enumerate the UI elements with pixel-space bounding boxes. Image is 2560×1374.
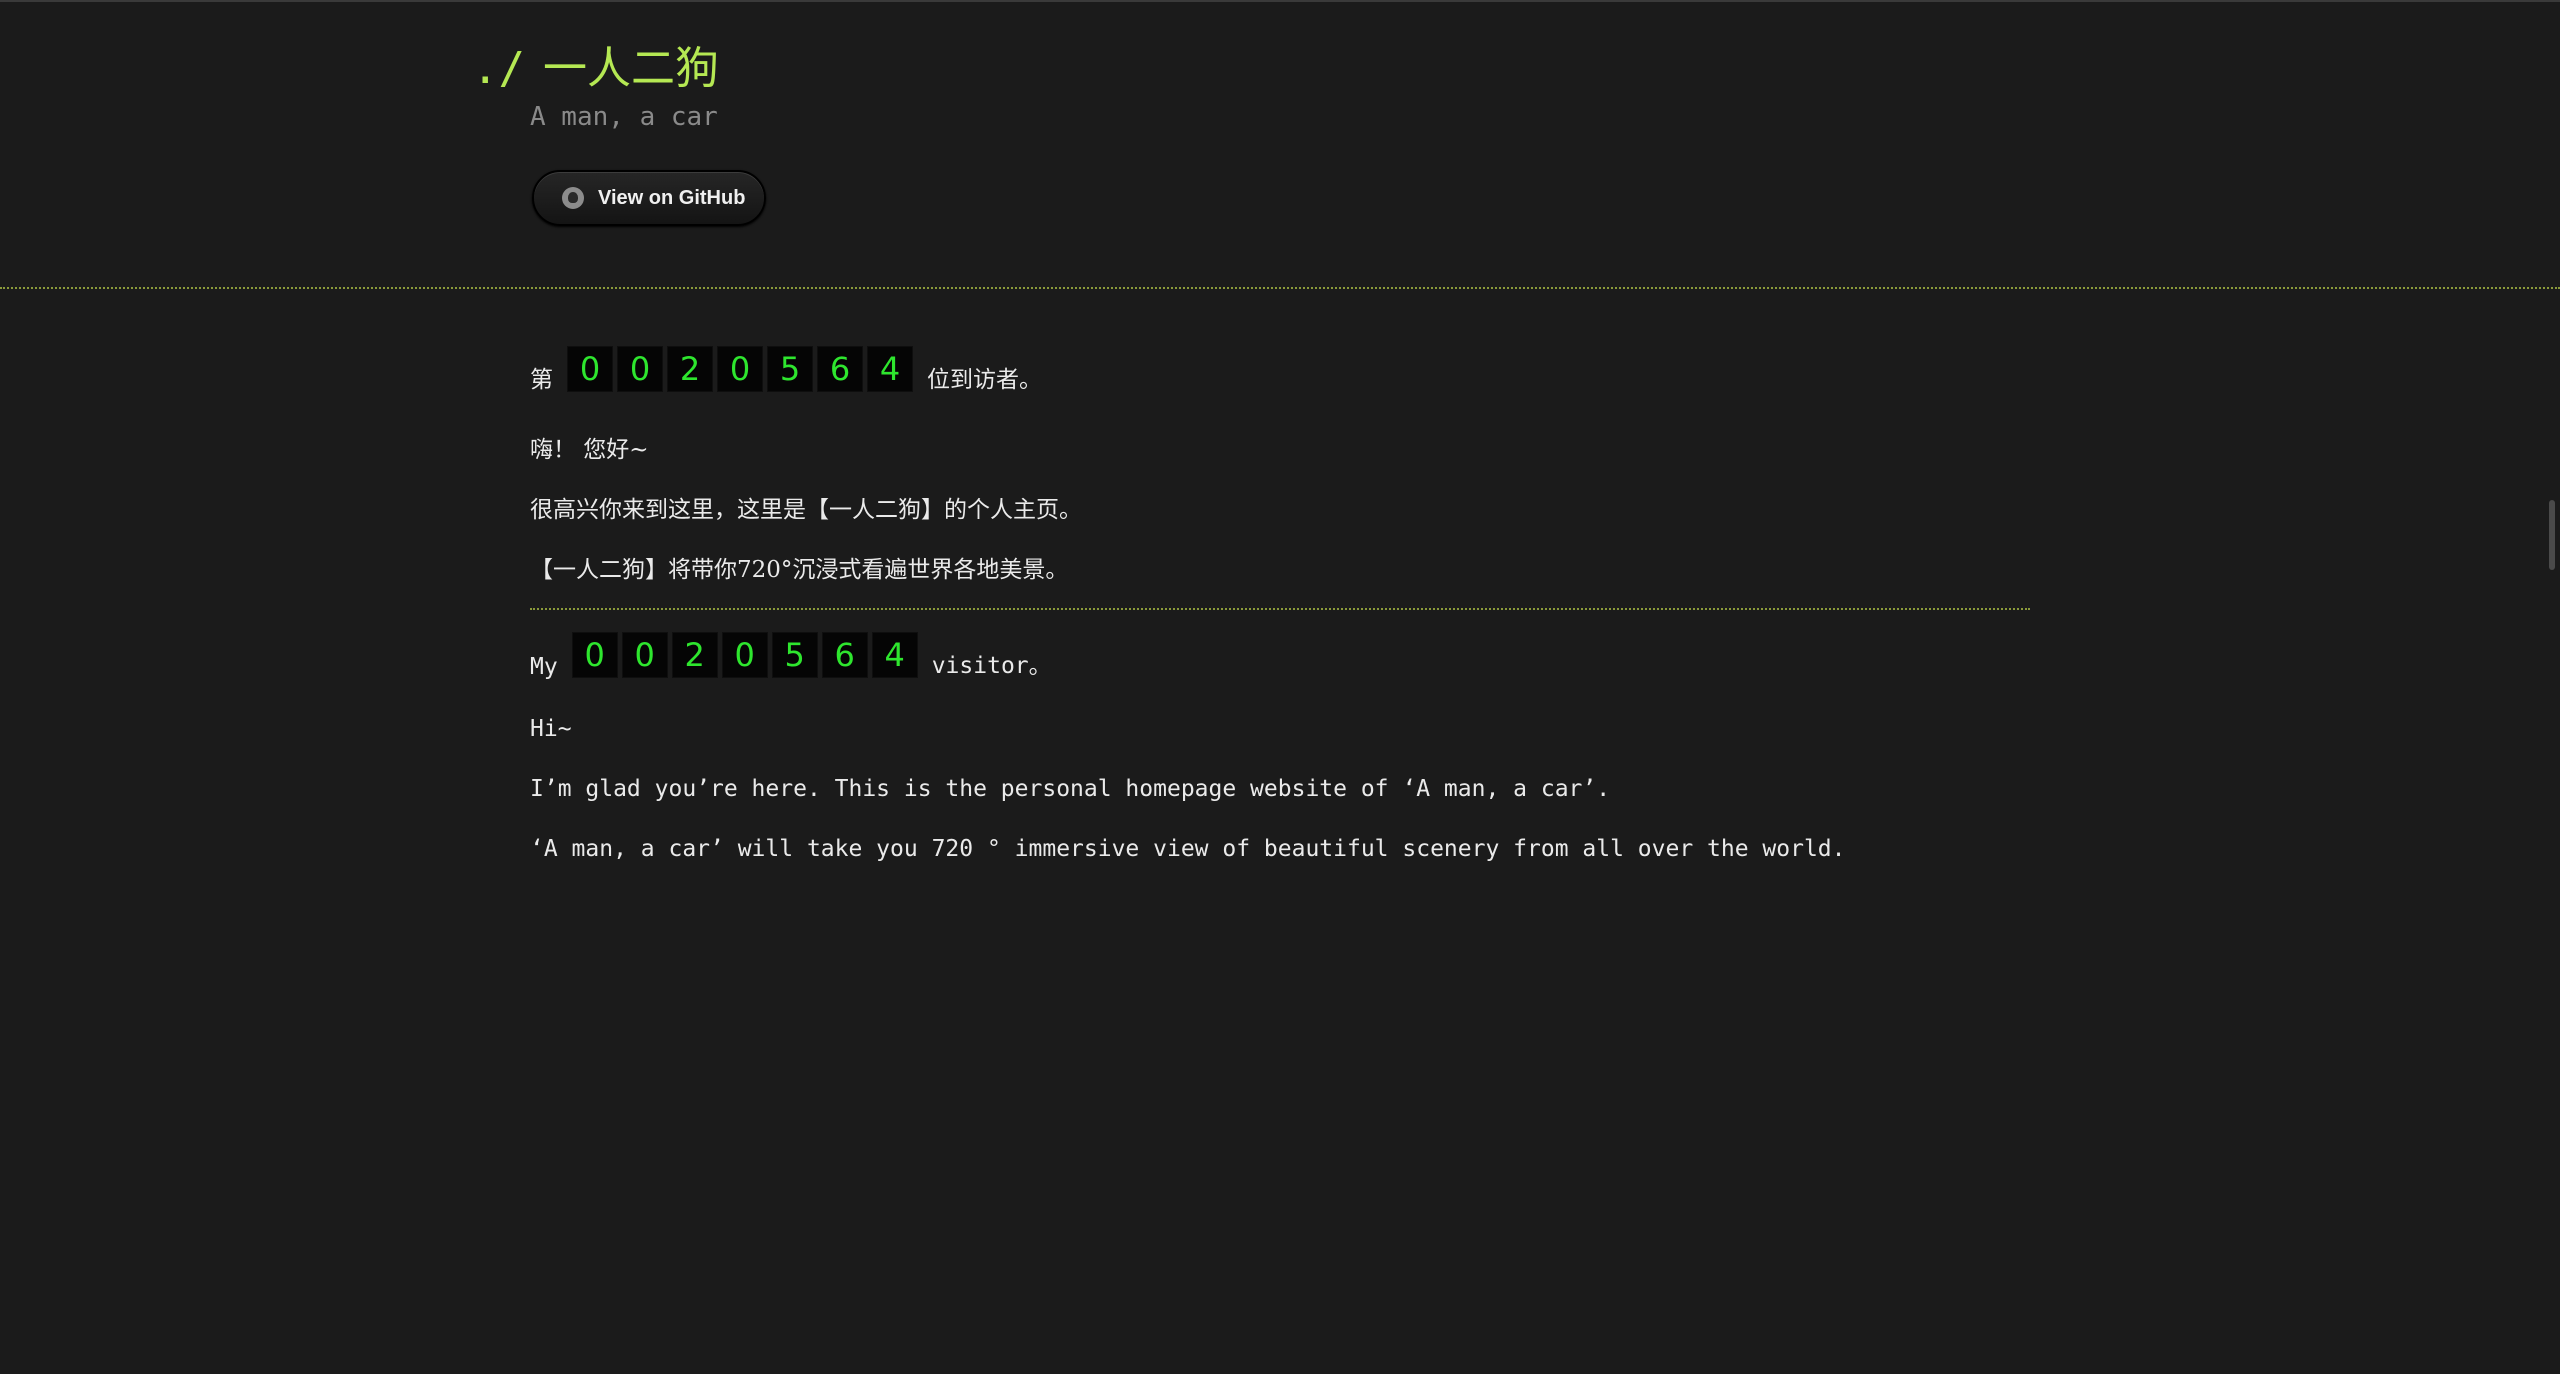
counter-digit: 0 bbox=[717, 346, 763, 392]
counter-digit: 4 bbox=[871, 632, 918, 678]
en-visitor-counter: 0 0 2 0 5 6 4 bbox=[571, 632, 918, 678]
counter-digit: 0 bbox=[621, 632, 668, 678]
cn-counter-prefix: 第 bbox=[530, 367, 553, 393]
en-counter-prefix: My bbox=[530, 654, 558, 680]
view-on-github-button[interactable]: View on GitHub bbox=[532, 170, 766, 226]
counter-digit: 6 bbox=[821, 632, 868, 678]
en-intro-line1: I’m glad you’re here. This is the person… bbox=[530, 776, 1611, 802]
en-visitor-line: My 0 0 2 0 5 6 4 visitor。 bbox=[530, 632, 1052, 680]
github-icon bbox=[562, 187, 584, 209]
counter-digit: 0 bbox=[567, 346, 613, 392]
counter-digit: 0 bbox=[571, 632, 618, 678]
cn-visitor-counter: 0 0 2 0 5 6 4 bbox=[567, 346, 913, 392]
counter-digit: 0 bbox=[617, 346, 663, 392]
cn-counter-suffix: 位到访者。 bbox=[927, 367, 1042, 393]
en-counter-suffix: visitor。 bbox=[931, 653, 1052, 679]
en-greeting: Hi~ bbox=[530, 716, 572, 742]
title-prompt: ./ bbox=[472, 43, 525, 94]
site-subtitle: A man, a car bbox=[530, 102, 718, 132]
site-header: ./ 一人二狗 A man, a car View on GitHub bbox=[0, 2, 2560, 286]
cn-visitor-line: 第 0 0 2 0 5 6 4 位到访者。 bbox=[530, 346, 1042, 394]
counter-digit: 5 bbox=[767, 346, 813, 392]
counter-digit: 2 bbox=[671, 632, 718, 678]
counter-digit: 6 bbox=[817, 346, 863, 392]
counter-digit: 5 bbox=[771, 632, 818, 678]
cn-intro-line2: 【一人二狗】将带你720°沉浸式看遍世界各地美景。 bbox=[530, 557, 1069, 583]
scrollbar-thumb[interactable] bbox=[2549, 500, 2555, 570]
cn-intro-line1: 很高兴你来到这里，这里是【一人二狗】的个人主页。 bbox=[530, 497, 1082, 523]
counter-digit: 4 bbox=[867, 346, 913, 392]
cn-greeting: 嗨！ 您好~ bbox=[530, 437, 649, 463]
en-intro-line2: ‘A man, a car’ will take you 720 ° immer… bbox=[530, 836, 1846, 862]
github-button-label: View on GitHub bbox=[598, 186, 746, 209]
site-title[interactable]: ./ 一人二狗 bbox=[472, 32, 719, 96]
section-divider bbox=[530, 608, 2030, 610]
counter-digit: 2 bbox=[667, 346, 713, 392]
counter-digit: 0 bbox=[721, 632, 768, 678]
title-text: 一人二狗 bbox=[542, 43, 719, 94]
header-divider bbox=[0, 287, 2560, 289]
